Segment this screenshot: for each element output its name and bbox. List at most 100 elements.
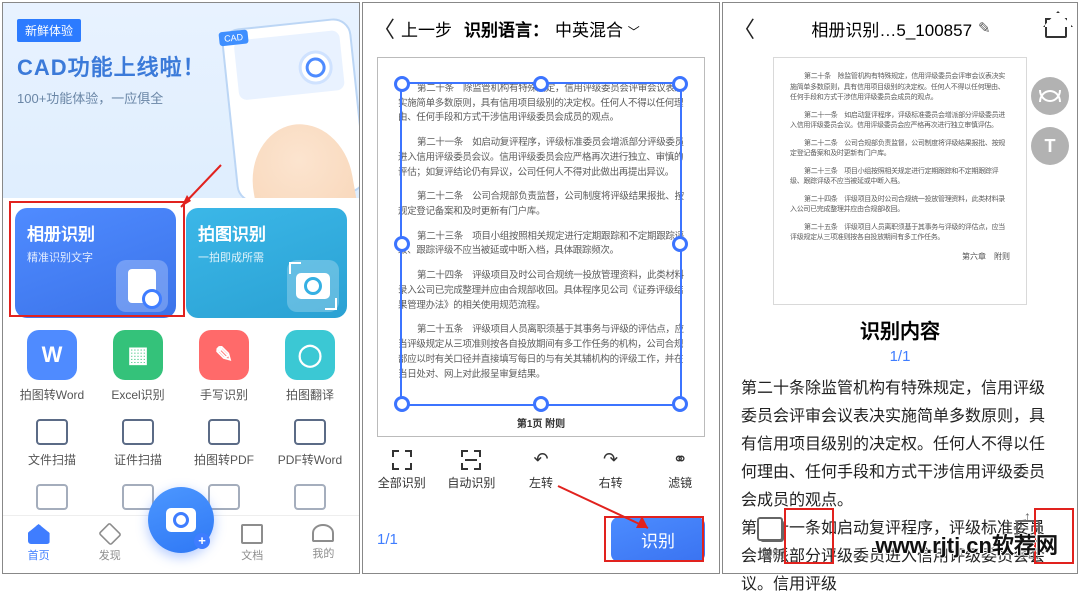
- annotation-highlight: [604, 516, 704, 562]
- visibility-toggle-button[interactable]: [1031, 77, 1069, 115]
- doc-paragraph: 第二十一条 如启动复评程序，评级标准委员会增派部分评级委员进入信用评级委员会议。…: [790, 111, 1010, 132]
- tool-recognize-all[interactable]: 全部识别: [367, 450, 437, 491]
- feature-icon: ▦: [113, 330, 163, 380]
- nav-docs[interactable]: 文档: [217, 516, 288, 573]
- section-page-indicator: 1/1: [723, 348, 1077, 365]
- feature-icon: [122, 419, 154, 445]
- document-search-icon: [116, 260, 168, 312]
- page-title: 相册识别…5_100857: [811, 16, 972, 41]
- back-button[interactable]: 〈: [373, 12, 395, 44]
- copy-button[interactable]: 复制: [760, 520, 784, 562]
- nav-me[interactable]: 我的: [288, 516, 359, 573]
- back-label[interactable]: 上一步: [401, 16, 452, 41]
- home-icon[interactable]: [1045, 18, 1067, 38]
- doc-paragraph: 第二十三条 项目小组按照相关规定进行定期跟踪和不定期跟踪评级、跟踪评级不应当被延…: [398, 230, 684, 259]
- annotation-highlight: [784, 508, 834, 564]
- doc-paragraph: 第二十四条 评级项目及时公司合规统一投放管理资料，此类材料录入公司已完成整理并应…: [398, 269, 684, 313]
- doc-paragraph: 第二十条 除监管机构有特殊规定，信用评级委员会评审会议表决实施简单多数原则，具有…: [398, 82, 684, 126]
- doc-paragraph: 第二十四条 评级项目及时公司合规统一投放管理资料，此类材料录入公司已完成整理并应…: [790, 195, 1010, 216]
- feature-more[interactable]: [9, 480, 95, 516]
- scan-all-icon: [392, 450, 412, 470]
- feature-拍图转Word[interactable]: W 拍图转Word: [9, 330, 95, 403]
- crop-handle-b[interactable]: [533, 396, 549, 412]
- feature-icon: [294, 419, 326, 445]
- feature-more[interactable]: [267, 480, 353, 516]
- feature-icon: ✎: [199, 330, 249, 380]
- text-mode-button[interactable]: T: [1031, 127, 1069, 165]
- nav-discover[interactable]: 发现: [74, 516, 145, 573]
- page-indicator: 1/1: [377, 531, 398, 548]
- tool-label: 自动识别: [437, 474, 507, 491]
- feature-拍图转PDF[interactable]: 拍图转PDF: [181, 415, 267, 468]
- document-preview[interactable]: 第二十条 除监管机构有特殊规定，信用评级委员会评审会议表决实施简单多数原则，具有…: [377, 57, 705, 437]
- language-value: 中英混合: [555, 21, 623, 40]
- cube-icon: [98, 522, 122, 546]
- doc-paragraph: 第二十二条 公司合规部负责监督，公司制度将评级结果报批、按规定登记备案和及时更新…: [398, 190, 684, 219]
- nav-label: 文档: [241, 550, 263, 562]
- card-album-recognition[interactable]: 相册识别 精准识别文字: [15, 208, 176, 318]
- doc-paragraph: 第二十五条 评级项目人员离职须基于其事务与评级的评估点，应当评级规定从三项准则按…: [790, 223, 1010, 244]
- doc-paragraph: 第二十条 除监管机构有特殊规定，信用评级委员会评审会议表决实施简单多数原则，具有…: [790, 72, 1010, 104]
- feature-icon: [36, 484, 68, 510]
- rotate-left-icon: ↶: [529, 450, 553, 470]
- nav-label: 首页: [28, 550, 50, 562]
- feature-label: Excel识别: [95, 386, 181, 403]
- card-title: 拍图识别: [198, 220, 335, 245]
- language-label: 识别语言：: [464, 16, 549, 41]
- edit-icon[interactable]: ✎: [978, 19, 991, 37]
- feature-Excel识别[interactable]: ▦ Excel识别: [95, 330, 181, 403]
- rotate-right-icon: ↷: [599, 450, 623, 470]
- card-camera-recognition[interactable]: 拍图识别 一拍即成所需: [186, 208, 347, 318]
- feature-icon: W: [27, 330, 77, 380]
- feature-证件扫描[interactable]: 证件扫描: [95, 415, 181, 468]
- feature-label: 拍图翻译: [267, 386, 353, 403]
- preview-footer: 第六章 附则: [790, 251, 1010, 262]
- feature-label: 拍图转PDF: [181, 451, 267, 468]
- badge-new: 新鲜体验: [17, 19, 81, 42]
- crop-handle-bl[interactable]: [394, 396, 410, 412]
- tool-recognize-auto[interactable]: 自动识别: [437, 450, 507, 491]
- copy-icon: [760, 520, 784, 542]
- feature-label: 文件扫描: [9, 451, 95, 468]
- feature-icon: [208, 484, 240, 510]
- home-icon: [28, 524, 50, 544]
- feature-label: PDF转Word: [267, 451, 353, 468]
- crop-handle-br[interactable]: [672, 396, 688, 412]
- nav-home[interactable]: 首页: [3, 516, 74, 573]
- plus-icon: +: [194, 533, 210, 549]
- camera-icon: [166, 508, 196, 532]
- feature-icon: ◯: [285, 330, 335, 380]
- watermark: www.rjtj.cn软荐网: [875, 528, 1058, 560]
- chevron-down-icon: ﹀: [628, 25, 640, 39]
- feature-icon: [208, 419, 240, 445]
- feature-label: 手写识别: [181, 386, 267, 403]
- doc-paragraph: 第二十五条 评级项目人员离职须基于其事务与评级的评估点，应当评级规定从三项准则按…: [398, 323, 684, 382]
- button-label: 复制: [760, 545, 784, 562]
- feature-icon: [122, 484, 154, 510]
- section-title: 识别内容: [723, 315, 1077, 344]
- feature-icon: [294, 484, 326, 510]
- language-selector[interactable]: 中英混合 ﹀: [555, 16, 640, 41]
- feature-label: 证件扫描: [95, 451, 181, 468]
- doc-paragraph: 第二十三条 项目小组按照相关规定进行定期跟踪和不定期跟踪评级、跟踪评级不应当被延…: [790, 167, 1010, 188]
- feature-文件扫描[interactable]: 文件扫描: [9, 415, 95, 468]
- back-button[interactable]: 〈: [733, 12, 757, 44]
- cad-badge-icon: CAD: [218, 29, 248, 46]
- feature-手写识别[interactable]: ✎ 手写识别: [181, 330, 267, 403]
- user-icon: [312, 524, 334, 542]
- nav-label: 发现: [99, 550, 121, 562]
- doc-paragraph: 第二十一条 如启动复评程序，评级标准委员会增派部分评级委员进入信用评级委员会议。…: [398, 136, 684, 180]
- feature-icon: [36, 419, 68, 445]
- scan-auto-icon: [461, 450, 481, 470]
- camera-fab-button[interactable]: +: [148, 487, 214, 553]
- feature-PDF转Word[interactable]: PDF转Word: [267, 415, 353, 468]
- doc-page-label: 第1页 附则: [517, 415, 565, 430]
- feature-label: 拍图转Word: [9, 386, 95, 403]
- magnifier-icon: [297, 49, 334, 86]
- filter-icon: ⚭: [668, 450, 692, 470]
- document-thumbnail[interactable]: 第二十条 除监管机构有特殊规定，信用评级委员会评审会议表决实施简单多数原则，具有…: [773, 57, 1027, 305]
- feature-拍图翻译[interactable]: ◯ 拍图翻译: [267, 330, 353, 403]
- text-paragraph: 第二十条除监管机构有特殊规定，信用评级委员会评审会议表决实施简单多数原则，具有信…: [741, 380, 1045, 509]
- doc-paragraph: 第二十二条 公司合规部负责监督，公司制度将评级结果报批、按规定登记备案和及时更新…: [790, 139, 1010, 160]
- card-title: 相册识别: [27, 220, 164, 245]
